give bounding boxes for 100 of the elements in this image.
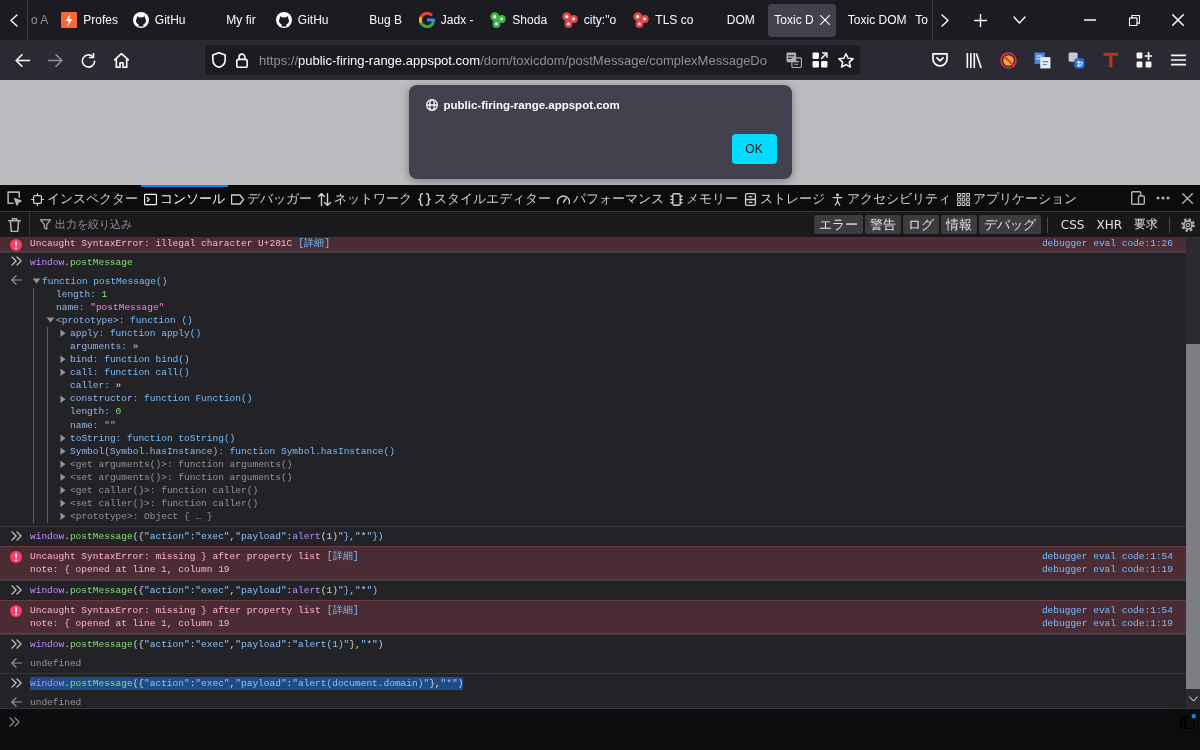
filter-toggle[interactable]: エラー xyxy=(813,215,863,234)
devtools-tab[interactable]: アプリケーション xyxy=(954,185,1080,211)
caret-right-icon[interactable] xyxy=(60,460,66,469)
browser-tab[interactable]: GitHu xyxy=(267,3,336,37)
source-link[interactable]: debugger eval code:1:26 xyxy=(1041,238,1173,250)
shield-icon[interactable] xyxy=(212,52,226,68)
caret-right-icon[interactable] xyxy=(60,329,66,338)
sidebar-icon[interactable] xyxy=(1180,714,1196,729)
caret-down-icon[interactable] xyxy=(46,317,55,324)
browser-tab[interactable]: city:"o xyxy=(553,3,622,37)
chevron-down-icon[interactable] xyxy=(1012,16,1026,24)
browser-tab[interactable]: Profes xyxy=(53,3,121,37)
devtools-tab[interactable]: ネットワーク xyxy=(315,185,415,211)
caret-down-icon[interactable] xyxy=(32,278,41,285)
caret-right-icon[interactable] xyxy=(60,473,66,482)
caret-right-icon[interactable] xyxy=(60,433,66,443)
cat-logo-icon xyxy=(275,12,292,28)
dialog-origin: public-firing-range.appspot.com xyxy=(443,99,620,111)
more-icon[interactable] xyxy=(1155,196,1170,200)
chevron-down-icon[interactable] xyxy=(1188,696,1198,702)
filter-toggle[interactable]: デバッグ xyxy=(978,215,1041,234)
tag-icon xyxy=(231,192,244,206)
square-grid-icon xyxy=(957,192,970,206)
browser-tab[interactable]: My fir xyxy=(196,3,264,37)
arrow-left-icon xyxy=(10,696,22,707)
browser-tab[interactable]: Shoda xyxy=(482,3,550,37)
settings-icon[interactable] xyxy=(1181,217,1195,232)
devtools-tab[interactable]: ストレージ xyxy=(741,185,828,211)
object-property: constructor: function Function() xyxy=(70,392,253,406)
caret-right-icon[interactable] xyxy=(60,368,66,377)
object-property: <set caller()>: function caller() xyxy=(70,497,259,511)
filter-toggle[interactable]: 警告 xyxy=(864,215,901,234)
grid-arrow-icon[interactable] xyxy=(812,52,828,68)
error-icon xyxy=(10,238,22,251)
overlapping-squares-icon[interactable] xyxy=(786,52,802,68)
filter-input[interactable]: 出力を絞り込み xyxy=(51,214,812,235)
home-icon[interactable] xyxy=(114,52,129,68)
url-text: https://public-firing-range.appspot.com/dom/toxicdom/postMessage/complexMessageDo xyxy=(259,52,767,68)
double-chevron-icon xyxy=(10,584,22,595)
source-link[interactable]: debugger eval code:1:19 xyxy=(1041,617,1173,631)
reload-icon[interactable] xyxy=(81,52,96,68)
overlapping-tiles-icon[interactable] xyxy=(1067,51,1085,69)
scrollbar[interactable] xyxy=(1186,238,1200,708)
details-link[interactable]: [詳細] xyxy=(326,551,359,563)
trash-icon[interactable] xyxy=(8,217,21,232)
browser-tab[interactable]: To xyxy=(911,3,933,37)
source-link[interactable]: debugger eval code:1:54 xyxy=(1041,604,1173,618)
arrow-left-icon[interactable] xyxy=(15,53,30,67)
documents-icon[interactable] xyxy=(1033,51,1051,69)
filter-toggle[interactable]: 情報 xyxy=(940,215,977,234)
browser-tab[interactable]: Toxic D xyxy=(768,3,836,37)
menu-icon[interactable] xyxy=(1170,54,1186,66)
lock-icon[interactable] xyxy=(236,52,248,68)
caret-right-icon[interactable] xyxy=(60,355,66,364)
devtools-tab[interactable]: デバッガー xyxy=(228,185,315,211)
books-icon[interactable] xyxy=(966,52,982,68)
caret-right-icon[interactable] xyxy=(60,486,66,495)
source-link[interactable]: debugger eval code:1:19 xyxy=(1041,563,1173,577)
filter-toggle[interactable]: CSS xyxy=(1055,215,1090,234)
caret-right-icon[interactable] xyxy=(60,447,66,456)
browser-tab[interactable]: Toxic DOM xyxy=(839,3,908,37)
caret-right-icon[interactable] xyxy=(60,512,66,521)
filter-toggle[interactable]: 要求 xyxy=(1129,215,1163,234)
close-icon[interactable] xyxy=(1182,192,1193,204)
browser-tab[interactable]: TLS co xyxy=(625,3,693,37)
browser-tab[interactable]: Bug B xyxy=(339,3,407,37)
details-link[interactable]: [詳細] xyxy=(326,605,359,617)
pouch-icon[interactable] xyxy=(932,53,948,67)
devtools-tab[interactable]: スタイルエディター xyxy=(415,185,554,211)
chevron-left-icon[interactable] xyxy=(9,13,18,27)
browser-tab[interactable]: GitHu xyxy=(124,3,193,37)
caret-right-icon[interactable] xyxy=(60,394,66,404)
devices-icon[interactable] xyxy=(1130,191,1145,205)
devtools-tab[interactable]: メモリー xyxy=(667,185,741,211)
cursor-box-icon[interactable] xyxy=(6,190,22,206)
devtools-tab[interactable]: パフォーマンス xyxy=(554,185,667,211)
address-bar[interactable]: https://public-firing-range.appspot.com/dom/toxicdom/postMessage/complexMessageDo xyxy=(205,45,860,75)
t-shape-icon[interactable] xyxy=(1102,52,1118,68)
star-icon[interactable] xyxy=(838,52,854,68)
arrow-left-icon xyxy=(10,657,22,668)
ok-button[interactable]: OK xyxy=(731,134,777,164)
chevron-right-icon[interactable] xyxy=(941,13,950,27)
caret-right-icon[interactable] xyxy=(60,499,66,508)
devtools-tab[interactable]: アクセシビリティ xyxy=(828,185,954,211)
restore-icon[interactable] xyxy=(1128,14,1140,26)
prohibited-sign-icon[interactable] xyxy=(999,51,1017,69)
browser-tab[interactable]: o A xyxy=(28,3,52,37)
scrollbar-thumb[interactable] xyxy=(1186,344,1200,689)
browser-tab[interactable]: DOM xyxy=(696,3,765,37)
filter-toggle[interactable]: XHR xyxy=(1091,215,1127,234)
plus-icon[interactable] xyxy=(973,13,987,27)
function-summary: function postMessage() xyxy=(42,274,168,288)
squares-plus-icon[interactable] xyxy=(1136,52,1152,68)
devtools-tab[interactable]: インスペクター xyxy=(28,185,141,211)
browser-tab[interactable]: Jadx - xyxy=(410,3,479,37)
source-link[interactable]: debugger eval code:1:54 xyxy=(1041,550,1173,564)
filter-toggle[interactable]: ログ xyxy=(902,215,939,234)
object-property: length: 1 xyxy=(56,287,108,301)
frame-icon xyxy=(31,192,44,206)
details-link[interactable]: [詳細] xyxy=(298,238,331,249)
